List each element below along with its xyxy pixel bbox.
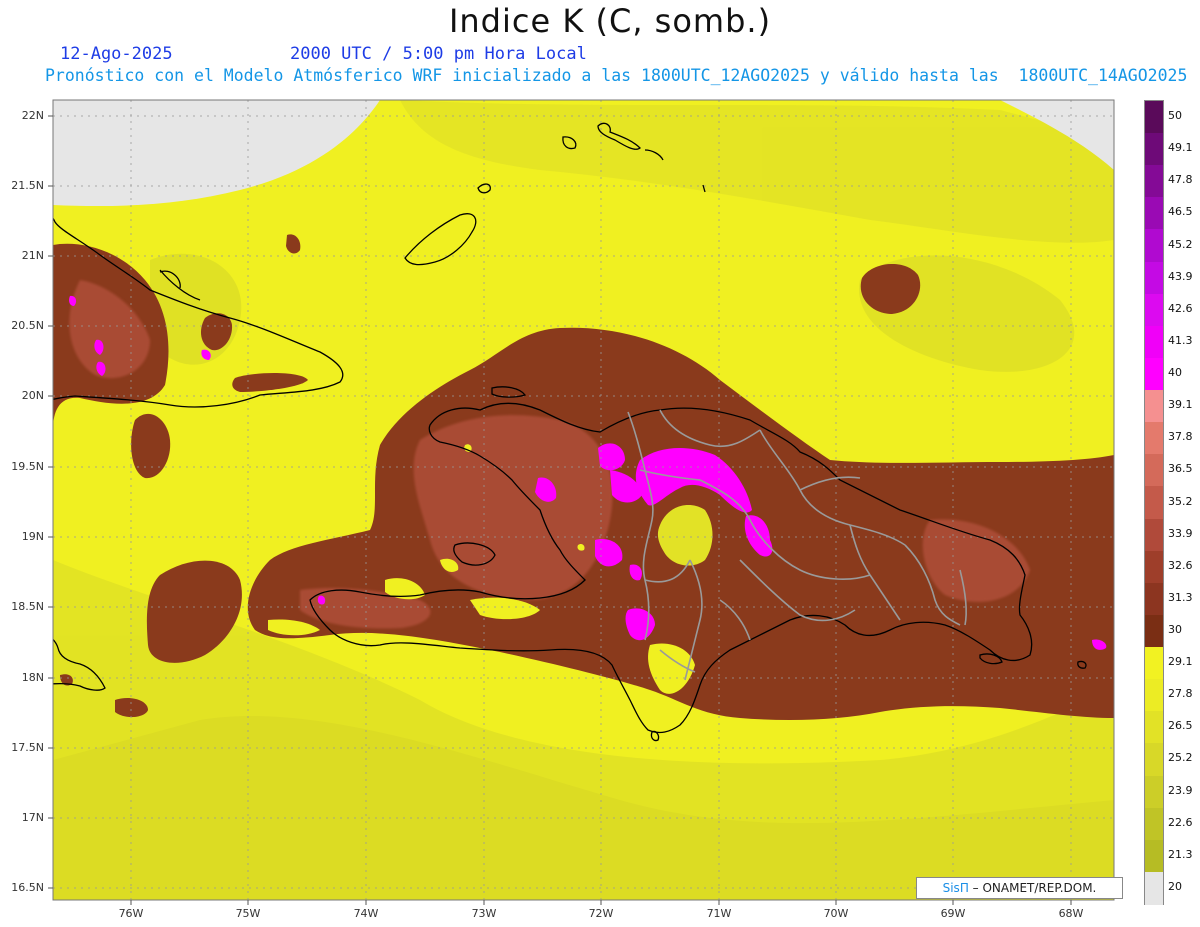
legend-label: 41.3 — [1168, 333, 1193, 347]
legend-swatch — [1145, 582, 1163, 616]
legend-label: 40 — [1168, 366, 1182, 380]
lon-label: 70W — [823, 907, 849, 920]
legend-swatch — [1145, 422, 1163, 456]
credit-text: – ONAMET/REP.DOM. — [968, 881, 1097, 895]
lon-label: 72W — [588, 907, 614, 920]
lat-label: 21.5N — [11, 179, 44, 192]
legend-label: 39.1 — [1168, 398, 1193, 412]
lat-label: 19.5N — [11, 460, 44, 473]
lon-label: 73W — [471, 907, 497, 920]
lat-label: 20.5N — [11, 319, 44, 332]
legend-swatch — [1145, 807, 1163, 841]
legend-colorbar — [1144, 100, 1164, 905]
legend-label: 47.8 — [1168, 173, 1193, 187]
legend-label: 35.2 — [1168, 494, 1193, 508]
legend-label: 45.2 — [1168, 237, 1193, 251]
legend-label: 30 — [1168, 622, 1182, 636]
lon-label: 68W — [1058, 907, 1084, 920]
legend-label: 31.3 — [1168, 590, 1193, 604]
legend-swatch — [1145, 486, 1163, 520]
lat-label: 17N — [21, 811, 44, 824]
legend-label: 36.5 — [1168, 462, 1193, 476]
lat-label: 20N — [21, 389, 44, 402]
legend-swatch — [1145, 165, 1163, 199]
legend-swatch — [1145, 839, 1163, 873]
legend-swatch — [1145, 293, 1163, 327]
legend-label: 49.1 — [1168, 141, 1193, 155]
legend-swatch — [1145, 261, 1163, 295]
legend-swatch — [1145, 325, 1163, 359]
lat-label: 17.5N — [11, 741, 44, 754]
legend-label: 27.8 — [1168, 687, 1193, 701]
lon-label: 76W — [118, 907, 144, 920]
legend-swatch — [1145, 357, 1163, 391]
legend-swatch — [1145, 743, 1163, 777]
legend-swatch — [1145, 871, 1163, 905]
lat-label: 21N — [21, 249, 44, 262]
legend-swatch — [1145, 229, 1163, 263]
legend-label: 43.9 — [1168, 269, 1193, 283]
legend-swatch — [1145, 454, 1163, 488]
legend-swatch — [1145, 647, 1163, 681]
legend-label: 33.9 — [1168, 526, 1193, 540]
credit-brand: SisΠ — [942, 881, 969, 895]
legend-label: 50 — [1168, 109, 1182, 123]
legend-swatch — [1145, 101, 1163, 134]
legend-label: 21.3 — [1168, 847, 1193, 861]
lat-label: 19N — [21, 530, 44, 543]
legend-label: 37.8 — [1168, 430, 1193, 444]
lon-label: 74W — [353, 907, 379, 920]
legend-label: 46.5 — [1168, 205, 1193, 219]
legend-swatch — [1145, 390, 1163, 424]
k-index-map — [48, 99, 1115, 905]
lat-label: 16.5N — [11, 881, 44, 894]
legend-swatch — [1145, 711, 1163, 745]
legend-label: 29.1 — [1168, 655, 1193, 669]
legend-swatch — [1145, 614, 1163, 648]
lat-label: 18.5N — [11, 600, 44, 613]
lon-label: 75W — [235, 907, 261, 920]
legend-label: 32.6 — [1168, 558, 1193, 572]
credit-box: SisΠ – ONAMET/REP.DOM. — [916, 877, 1123, 899]
legend-swatch — [1145, 679, 1163, 713]
legend-swatch — [1145, 775, 1163, 809]
legend-label: 26.5 — [1168, 719, 1193, 733]
legend-label: 25.2 — [1168, 751, 1193, 765]
legend-swatch — [1145, 550, 1163, 584]
legend-label: 42.6 — [1168, 301, 1193, 315]
lon-label: 69W — [940, 907, 966, 920]
lat-label: 18N — [21, 671, 44, 684]
lon-label: 71W — [706, 907, 732, 920]
legend-label: 20 — [1168, 879, 1182, 893]
legend-swatch — [1145, 133, 1163, 167]
legend-label: 22.6 — [1168, 815, 1193, 829]
legend-swatch — [1145, 518, 1163, 552]
lat-label: 22N — [21, 109, 44, 122]
legend-swatch — [1145, 197, 1163, 231]
legend-label: 23.9 — [1168, 783, 1193, 797]
